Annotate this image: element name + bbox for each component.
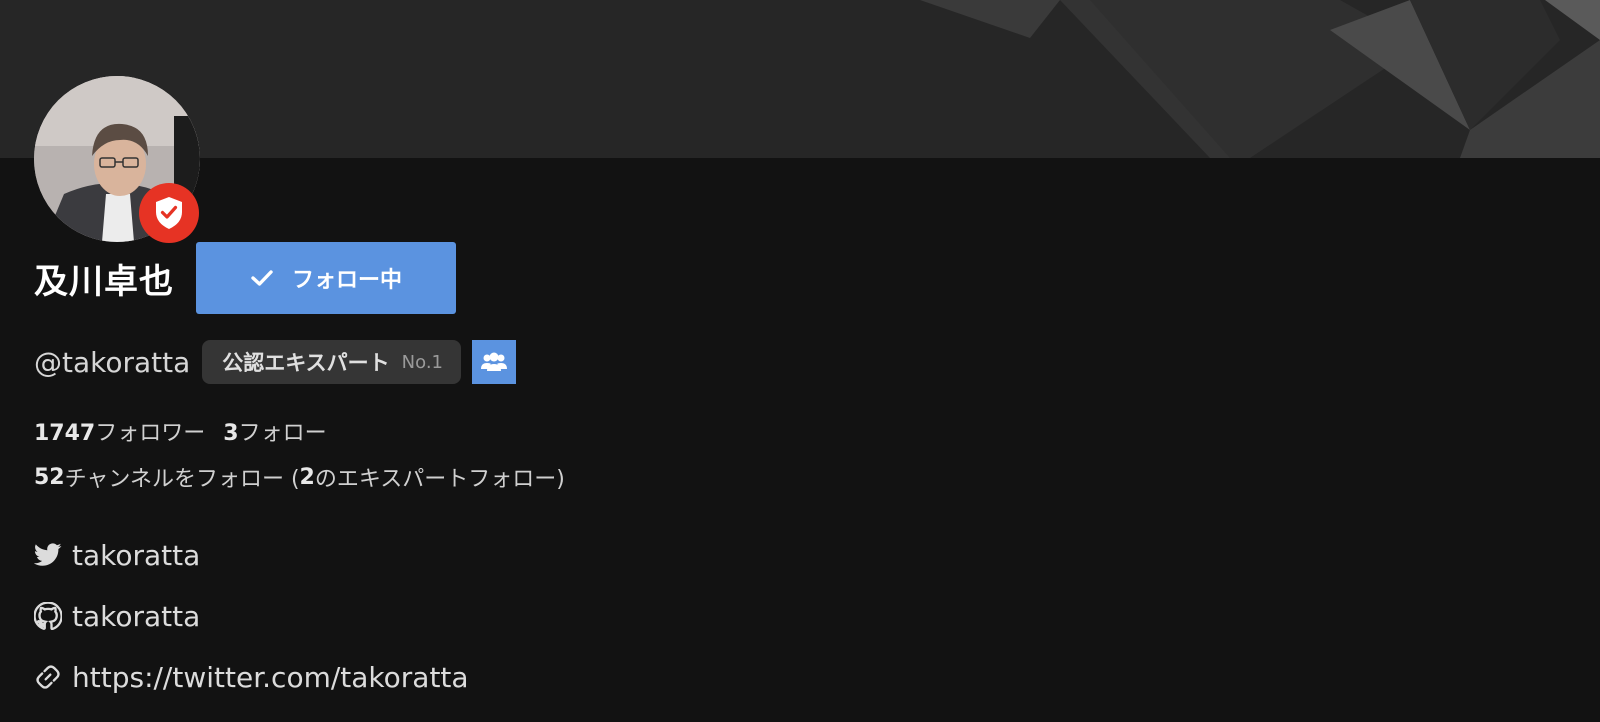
github-icon (34, 602, 62, 630)
following-count: 3 (223, 421, 239, 446)
profile-banner (0, 0, 1600, 158)
name-row: 及川卓也 フォロー中 (34, 242, 456, 314)
follow-button-label: フォロー中 (291, 268, 402, 293)
shield-check-icon (156, 197, 182, 229)
followers-label: フォロワー (95, 421, 206, 446)
website-url: https://twitter.com/takoratta (72, 660, 469, 694)
banner-pattern (920, 0, 1600, 158)
followers-count: 1747 (34, 421, 96, 446)
expert-badge-label: 公認エキスパート (222, 351, 390, 375)
profile-name: 及川卓也 (34, 261, 174, 302)
check-icon (251, 270, 273, 286)
experts-label: のエキスパートフォロー) (314, 467, 565, 492)
follow-button[interactable]: フォロー中 (196, 242, 456, 314)
group-button[interactable] (472, 340, 516, 384)
website-link[interactable]: https://twitter.com/takoratta (34, 657, 469, 697)
profile-page: 及川卓也 フォロー中 @takoratta 公認エキスパート No.1 1747… (0, 0, 1600, 722)
expert-badge[interactable]: 公認エキスパート No.1 (202, 340, 461, 384)
followers-stat[interactable]: 1747フォロワー (34, 415, 205, 447)
following-stat[interactable]: 3フォロー (223, 415, 326, 447)
channels-label: チャンネルをフォロー ( (64, 467, 300, 492)
user-handle: @takoratta (34, 345, 191, 379)
link-icon (34, 663, 62, 691)
github-link[interactable]: takoratta (34, 596, 200, 636)
following-label: フォロー (238, 421, 327, 446)
expert-badge-rank: No.1 (401, 351, 443, 373)
channels-count: 52 (34, 464, 65, 490)
twitter-icon (34, 541, 62, 569)
channel-stats[interactable]: 52 チャンネルをフォロー (2 のエキスパートフォロー) (34, 460, 565, 494)
handle-row: @takoratta 公認エキスパート No.1 (34, 340, 516, 384)
github-username: takoratta (72, 599, 201, 633)
experts-count: 2 (299, 464, 315, 490)
users-icon (481, 352, 507, 371)
twitter-link[interactable]: takoratta (34, 535, 200, 575)
twitter-username: takoratta (72, 538, 201, 572)
verified-badge (139, 183, 199, 243)
follow-stats: 1747フォロワー 3フォロー (34, 414, 327, 448)
